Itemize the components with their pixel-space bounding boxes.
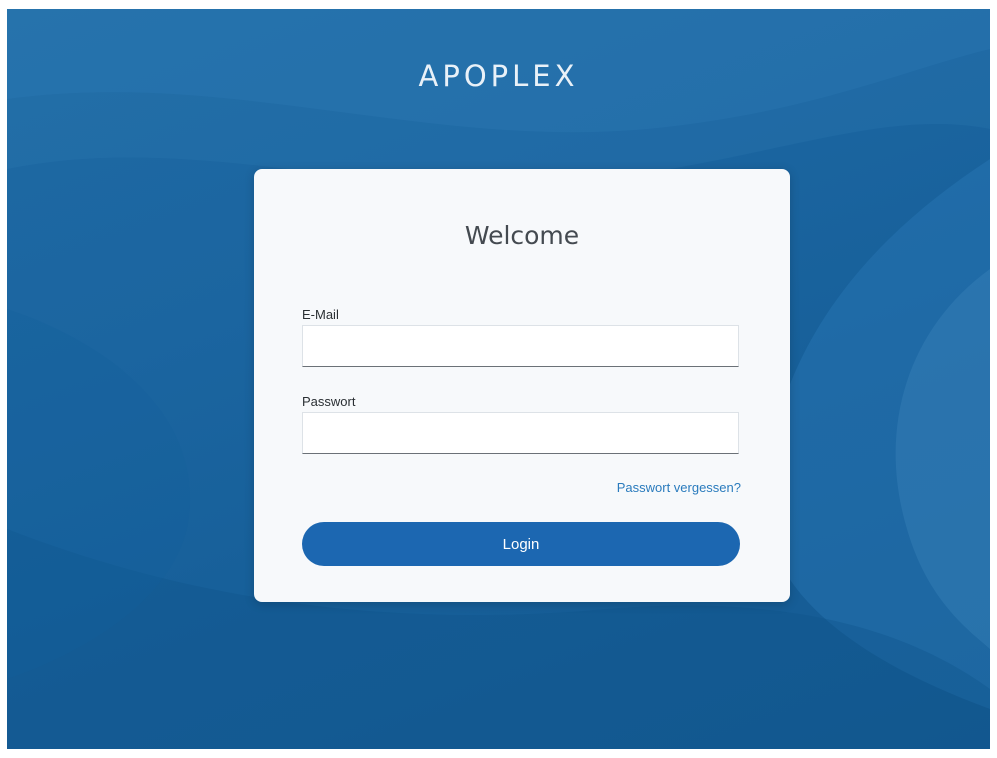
welcome-heading: Welcome bbox=[464, 221, 580, 250]
brand-logo-text: APOPLEX bbox=[418, 59, 579, 93]
forgot-password-link[interactable]: Passwort vergessen? bbox=[617, 480, 741, 495]
login-card: Welcome E-Mail Passwort Passwort vergess… bbox=[254, 169, 790, 602]
login-screen: APOPLEX Welcome E-Mail Passwort Passwort… bbox=[7, 9, 990, 749]
login-button[interactable]: Login bbox=[302, 522, 740, 566]
email-label: E-Mail bbox=[302, 307, 339, 322]
email-field[interactable] bbox=[302, 325, 739, 367]
password-label: Passwort bbox=[302, 394, 356, 409]
password-field[interactable] bbox=[302, 412, 739, 454]
